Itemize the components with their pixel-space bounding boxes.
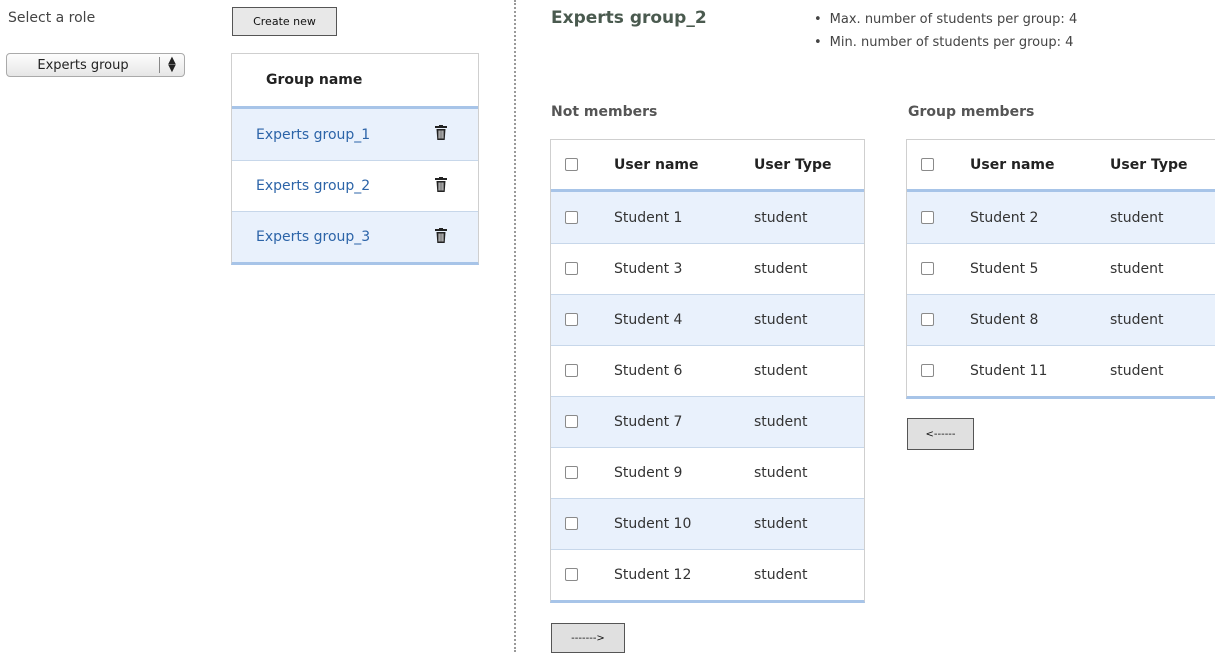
user-type: student [1110, 261, 1164, 277]
min-students-item: Min. number of students per group: 4 [814, 31, 1077, 54]
user-name: Student 8 [970, 312, 1039, 328]
move-to-members-button[interactable]: -------> [551, 623, 625, 653]
group-link[interactable]: Experts group_3 [256, 229, 370, 245]
user-name: Student 6 [614, 363, 683, 379]
up-down-arrows-icon: ▲ ▼ [168, 55, 176, 74]
trash-icon[interactable] [435, 125, 447, 144]
group-name-header: Group name [232, 54, 478, 109]
user-type: student [754, 363, 808, 379]
user-type: student [1110, 209, 1164, 226]
table-row: Student 8 student [907, 294, 1215, 345]
table-row: Student 2 student [907, 192, 1215, 243]
user-type: student [754, 516, 808, 532]
table-row: Student 6 student [551, 345, 864, 396]
row-checkbox[interactable] [565, 466, 578, 479]
row-checkbox[interactable] [921, 262, 934, 275]
max-students-item: Max. number of students per group: 4 [814, 8, 1078, 31]
user-type-header: User Type [754, 156, 832, 173]
row-checkbox[interactable] [565, 364, 578, 377]
row-checkbox[interactable] [565, 262, 578, 275]
user-name: Student 10 [614, 516, 692, 532]
user-name-header: User name [970, 156, 1055, 173]
row-checkbox[interactable] [921, 313, 934, 326]
table-row: Student 1 student [551, 192, 864, 243]
user-name: Student 9 [614, 465, 683, 481]
user-type: student [1110, 363, 1164, 379]
user-name: Student 2 [970, 209, 1039, 226]
group-row: Experts group_3 [232, 211, 478, 262]
group-limits: Max. number of students per group: 4 Min… [814, 8, 1078, 54]
not-members-table: User name User Type Student 1 student Stu… [550, 139, 865, 603]
move-to-not-members-button[interactable]: <------ [907, 418, 974, 450]
group-row: Experts group_1 [232, 109, 478, 160]
group-row: Experts group_2 [232, 160, 478, 211]
select-all-checkbox[interactable] [921, 157, 934, 171]
row-checkbox[interactable] [565, 415, 578, 428]
table-row: Student 9 student [551, 447, 864, 498]
row-checkbox[interactable] [565, 568, 578, 581]
user-name: Student 12 [614, 567, 692, 583]
table-row: Student 5 student [907, 243, 1215, 294]
create-new-button[interactable]: Create new [232, 7, 337, 36]
user-name: Student 3 [614, 261, 683, 277]
role-select[interactable]: Experts group ▲ ▼ [6, 53, 185, 77]
table-header: User name User Type [551, 140, 864, 192]
row-checkbox[interactable] [921, 364, 934, 377]
table-row: Student 3 student [551, 243, 864, 294]
table-row: Student 10 student [551, 498, 864, 549]
table-row: Student 4 student [551, 294, 864, 345]
table-row: Student 7 student [551, 396, 864, 447]
user-type: student [754, 261, 808, 277]
user-type: student [754, 465, 808, 481]
role-select-value: Experts group [37, 57, 129, 73]
row-checkbox[interactable] [565, 210, 578, 224]
row-checkbox[interactable] [565, 517, 578, 530]
trash-icon[interactable] [435, 228, 447, 247]
group-table: Group name Experts group_1 Experts group… [231, 53, 479, 265]
user-name: Student 1 [614, 209, 683, 226]
user-type-header: User Type [1110, 156, 1188, 173]
group-link[interactable]: Experts group_2 [256, 178, 370, 194]
user-name: Student 7 [614, 414, 683, 430]
table-header: User name User Type [907, 140, 1215, 192]
trash-icon[interactable] [435, 177, 447, 196]
user-type: student [754, 312, 808, 328]
user-type: student [754, 567, 808, 583]
user-type: student [754, 414, 808, 430]
table-row: Student 12 student [551, 549, 864, 600]
user-type: student [754, 209, 808, 226]
row-checkbox[interactable] [565, 313, 578, 326]
user-name: Student 4 [614, 312, 683, 328]
user-type: student [1110, 312, 1164, 328]
group-members-table: User name User Type Student 2 student Stu… [906, 139, 1215, 399]
select-all-checkbox[interactable] [565, 157, 578, 171]
group-title: Experts group_2 [551, 8, 707, 28]
vertical-divider [514, 0, 516, 652]
user-name: Student 5 [970, 261, 1039, 277]
group-link[interactable]: Experts group_1 [256, 127, 370, 143]
group-members-heading: Group members [908, 104, 1035, 120]
user-name: Student 11 [970, 363, 1048, 379]
not-members-heading: Not members [551, 104, 658, 120]
role-label: Select a role [8, 10, 96, 26]
user-name-header: User name [614, 156, 699, 173]
table-row: Student 11 student [907, 345, 1215, 396]
row-checkbox[interactable] [921, 210, 934, 224]
